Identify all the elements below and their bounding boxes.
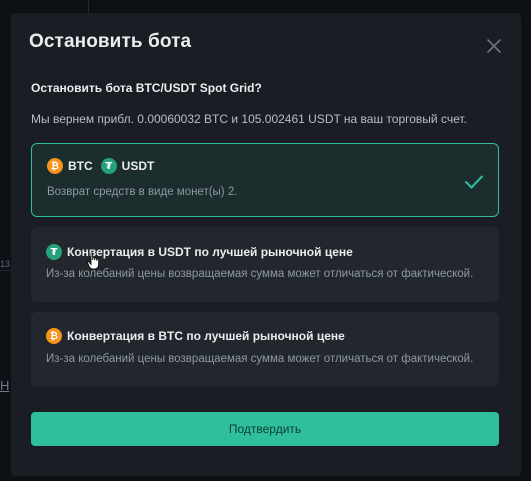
- option-convert-btc[interactable]: ₿ Конвертация в BTC по лучшей рыночной ц…: [31, 312, 499, 387]
- option-description: Из-за колебаний цены возвращаемая сумма …: [46, 353, 474, 365]
- close-icon[interactable]: [485, 37, 503, 55]
- hand-pointer-icon: [87, 252, 99, 270]
- option-convert-usdt[interactable]: ₮ Конвертация в USDT по лучшей рыночной …: [31, 227, 499, 302]
- btc-icon: ₿: [46, 328, 62, 344]
- chart-gridline: [0, 270, 11, 271]
- usdt-icon: ₮: [100, 158, 117, 174]
- usdt-icon: ₮: [46, 244, 62, 260]
- coin-label-btc: BTC: [68, 159, 93, 173]
- option-description: Возврат средств в виде монет(ы) 2.: [47, 186, 238, 198]
- option-label: Конвертация в USDT по лучшей рыночной це…: [67, 245, 353, 259]
- coin-label-usdt: USDT: [121, 159, 155, 173]
- confirm-button[interactable]: Подтвердить: [31, 412, 499, 446]
- option-description: Из-за колебаний цены возвращаемая сумма …: [46, 268, 474, 280]
- refund-estimate: Мы вернем прибл. 0.00060032 BTC и 105.00…: [31, 112, 467, 126]
- checkmark-icon: [465, 175, 483, 189]
- btc-icon: ₿: [47, 158, 63, 174]
- stop-question: Остановить бота BTC/USDT Spot Grid?: [31, 81, 262, 95]
- stop-bot-dialog: Остановить бота Остановить бота BTC/USDT…: [11, 13, 521, 476]
- dialog-title: Остановить бота: [29, 31, 192, 52]
- chart-gridline: [88, 0, 89, 13]
- chart-axis-label: 13: [0, 259, 11, 269]
- option-label: Конвертация в BTC по лучшей рыночной цен…: [67, 329, 345, 343]
- background-link[interactable]: Н: [0, 378, 9, 393]
- option-return-coins[interactable]: ₿ BTC ₮ USDT Возврат средств в виде моне…: [31, 143, 499, 217]
